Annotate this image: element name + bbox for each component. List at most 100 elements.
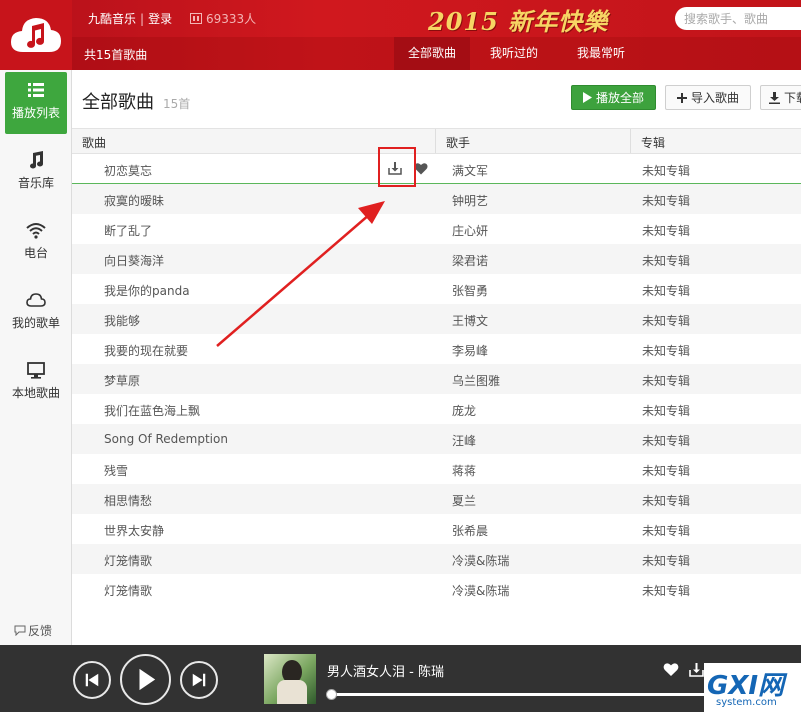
top-header: 九酷音乐 |登录 69333人 2015 新年快樂 共15首歌曲 全部歌曲 我听过… bbox=[0, 0, 801, 70]
download-button[interactable]: 下载 bbox=[760, 85, 801, 110]
tab-all-songs[interactable]: 全部歌曲 bbox=[394, 37, 470, 70]
table-row[interactable]: 世界太安静 张希晨 未知专辑 bbox=[72, 514, 801, 544]
table-row[interactable]: 我要的现在就要 李易峰 未知专辑 bbox=[72, 334, 801, 364]
song-album[interactable]: 未知专辑 bbox=[642, 372, 690, 389]
table-row[interactable]: 向日葵海洋 梁君诺 未知专辑 bbox=[72, 244, 801, 274]
song-singer[interactable]: 庄心妍 bbox=[452, 222, 488, 239]
song-album[interactable]: 未知专辑 bbox=[642, 282, 690, 299]
song-singer[interactable]: 冷漠&陈瑞 bbox=[452, 582, 509, 599]
song-singer[interactable]: 蒋蒋 bbox=[452, 462, 476, 479]
play-button[interactable] bbox=[120, 654, 171, 705]
heart-icon[interactable] bbox=[663, 662, 679, 677]
sidebar-item-radio[interactable]: 电台 bbox=[5, 212, 67, 274]
download-icon[interactable] bbox=[689, 662, 704, 677]
progress-handle[interactable] bbox=[326, 689, 337, 700]
table-row[interactable]: 我是你的panda 张智勇 未知专辑 bbox=[72, 274, 801, 304]
table-row[interactable]: 我们在蓝色海上飘 庞龙 未知专辑 bbox=[72, 394, 801, 424]
song-list: 初恋莫忘 满文军 未知专辑 寂寞的暧昧 钟明艺 未知专辑 断了乱了 庄心妍 未知专辑 向… bbox=[72, 154, 801, 604]
table-row[interactable]: 灯笼情歌 冷漠&陈瑞 未知专辑 bbox=[72, 574, 801, 604]
table-row[interactable]: 断了乱了 庄心妍 未知专辑 bbox=[72, 214, 801, 244]
song-singer[interactable]: 王博文 bbox=[452, 312, 488, 329]
song-title: 残雪 bbox=[104, 464, 129, 478]
watermark-domain: system.com bbox=[716, 697, 777, 708]
previous-button[interactable] bbox=[73, 661, 111, 699]
song-album[interactable]: 未知专辑 bbox=[642, 552, 690, 569]
song-singer[interactable]: 汪峰 bbox=[452, 432, 476, 449]
song-singer[interactable]: 梁君诺 bbox=[452, 252, 488, 269]
online-count-text: 69333人 bbox=[206, 12, 257, 26]
header-tabs: 全部歌曲 我听过的 我最常听 bbox=[394, 37, 644, 70]
column-divider[interactable] bbox=[435, 129, 436, 153]
table-row[interactable]: 初恋莫忘 满文军 未知专辑 bbox=[72, 154, 801, 184]
song-singer[interactable]: 庞龙 bbox=[452, 402, 476, 419]
import-songs-button[interactable]: 导入歌曲 bbox=[665, 85, 751, 110]
tab-most-played[interactable]: 我最常听 bbox=[558, 37, 644, 70]
song-album[interactable]: 未知专辑 bbox=[642, 222, 690, 239]
brand-login: 九酷音乐 | 登录 bbox=[88, 10, 172, 27]
song-album[interactable]: 未知专辑 bbox=[642, 192, 690, 209]
song-singer[interactable]: 钟明艺 bbox=[452, 192, 488, 209]
sidebar-item-label: 播放列表 bbox=[11, 106, 60, 120]
table-row[interactable]: 残雪 蒋蒋 未知专辑 bbox=[72, 454, 801, 484]
sidebar-item-label: 我的歌单 bbox=[11, 316, 60, 330]
song-album[interactable]: 未知专辑 bbox=[642, 342, 690, 359]
table-row[interactable]: 我能够 王博文 未知专辑 bbox=[72, 304, 801, 334]
table-row[interactable]: 相思情愁 夏兰 未知专辑 bbox=[72, 484, 801, 514]
song-album[interactable]: 未知专辑 bbox=[642, 402, 690, 419]
tab-listened[interactable]: 我听过的 bbox=[470, 37, 558, 70]
cloud-icon bbox=[26, 293, 46, 307]
login-link[interactable]: 登录 bbox=[148, 12, 172, 26]
sidebar-item-local-songs[interactable]: 本地歌曲 bbox=[5, 352, 67, 414]
song-singer[interactable]: 乌兰图雅 bbox=[452, 372, 500, 389]
album-cover[interactable] bbox=[264, 654, 316, 704]
table-row[interactable]: 灯笼情歌 冷漠&陈瑞 未知专辑 bbox=[72, 544, 801, 574]
sidebar-item-music-library[interactable]: 音乐库 bbox=[5, 142, 67, 204]
heart-icon[interactable] bbox=[414, 162, 428, 175]
column-divider[interactable] bbox=[630, 129, 631, 153]
feedback-label: 反馈 bbox=[28, 624, 53, 638]
table-row[interactable]: 寂寞的暧昧 钟明艺 未知专辑 bbox=[72, 184, 801, 214]
player-bar: 男人酒女人泪 - 陈瑞 bbox=[0, 645, 801, 712]
table-row[interactable]: 梦草原 乌兰图雅 未知专辑 bbox=[72, 364, 801, 394]
page-title: 全部歌曲 bbox=[82, 92, 154, 113]
column-header-album[interactable]: 专辑 bbox=[641, 134, 665, 151]
search-box[interactable] bbox=[675, 7, 801, 30]
song-title: 我能够 bbox=[104, 314, 141, 328]
column-header-song[interactable]: 歌曲 bbox=[82, 134, 106, 151]
table-header: 歌曲 歌手 专辑 bbox=[72, 128, 801, 154]
brand-name[interactable]: 九酷音乐 bbox=[88, 12, 136, 26]
song-singer[interactable]: 张智勇 bbox=[452, 282, 488, 299]
feedback-link[interactable]: 反馈 bbox=[14, 622, 52, 639]
song-singer[interactable]: 李易峰 bbox=[452, 342, 488, 359]
song-title: 寂寞的暧昧 bbox=[104, 194, 165, 208]
song-album[interactable]: 未知专辑 bbox=[642, 252, 690, 269]
previous-icon bbox=[85, 673, 99, 687]
song-album[interactable]: 未知专辑 bbox=[642, 492, 690, 509]
new-year-banner: 2015 新年快樂 bbox=[428, 7, 609, 36]
song-album[interactable]: 未知专辑 bbox=[642, 462, 690, 479]
next-button[interactable] bbox=[180, 661, 218, 699]
song-album[interactable]: 未知专辑 bbox=[642, 582, 690, 599]
song-singer[interactable]: 冷漠&陈瑞 bbox=[452, 552, 509, 569]
plus-icon bbox=[676, 92, 687, 103]
online-users-icon bbox=[190, 13, 202, 24]
sidebar-item-my-playlists[interactable]: 我的歌单 bbox=[5, 282, 67, 344]
song-album[interactable]: 未知专辑 bbox=[642, 312, 690, 329]
column-header-singer[interactable]: 歌手 bbox=[446, 134, 470, 151]
play-all-button[interactable]: 播放全部 bbox=[571, 85, 656, 110]
sidebar-item-label: 音乐库 bbox=[17, 176, 54, 190]
song-title: 灯笼情歌 bbox=[104, 584, 153, 598]
song-singer[interactable]: 张希晨 bbox=[452, 522, 488, 539]
sidebar-item-playlist[interactable]: 播放列表 bbox=[5, 72, 67, 134]
brand-separator: | bbox=[140, 12, 145, 26]
table-row[interactable]: Song Of Redemption 汪峰 未知专辑 bbox=[72, 424, 801, 454]
app-logo[interactable] bbox=[0, 0, 72, 70]
song-title: 相思情愁 bbox=[104, 494, 153, 508]
annotation-highlight-box bbox=[378, 147, 416, 187]
search-input[interactable] bbox=[684, 11, 801, 26]
song-album[interactable]: 未知专辑 bbox=[642, 522, 690, 539]
song-singer[interactable]: 夏兰 bbox=[452, 492, 476, 509]
song-album[interactable]: 未知专辑 bbox=[642, 162, 690, 179]
song-singer[interactable]: 满文军 bbox=[452, 162, 488, 179]
song-album[interactable]: 未知专辑 bbox=[642, 432, 690, 449]
